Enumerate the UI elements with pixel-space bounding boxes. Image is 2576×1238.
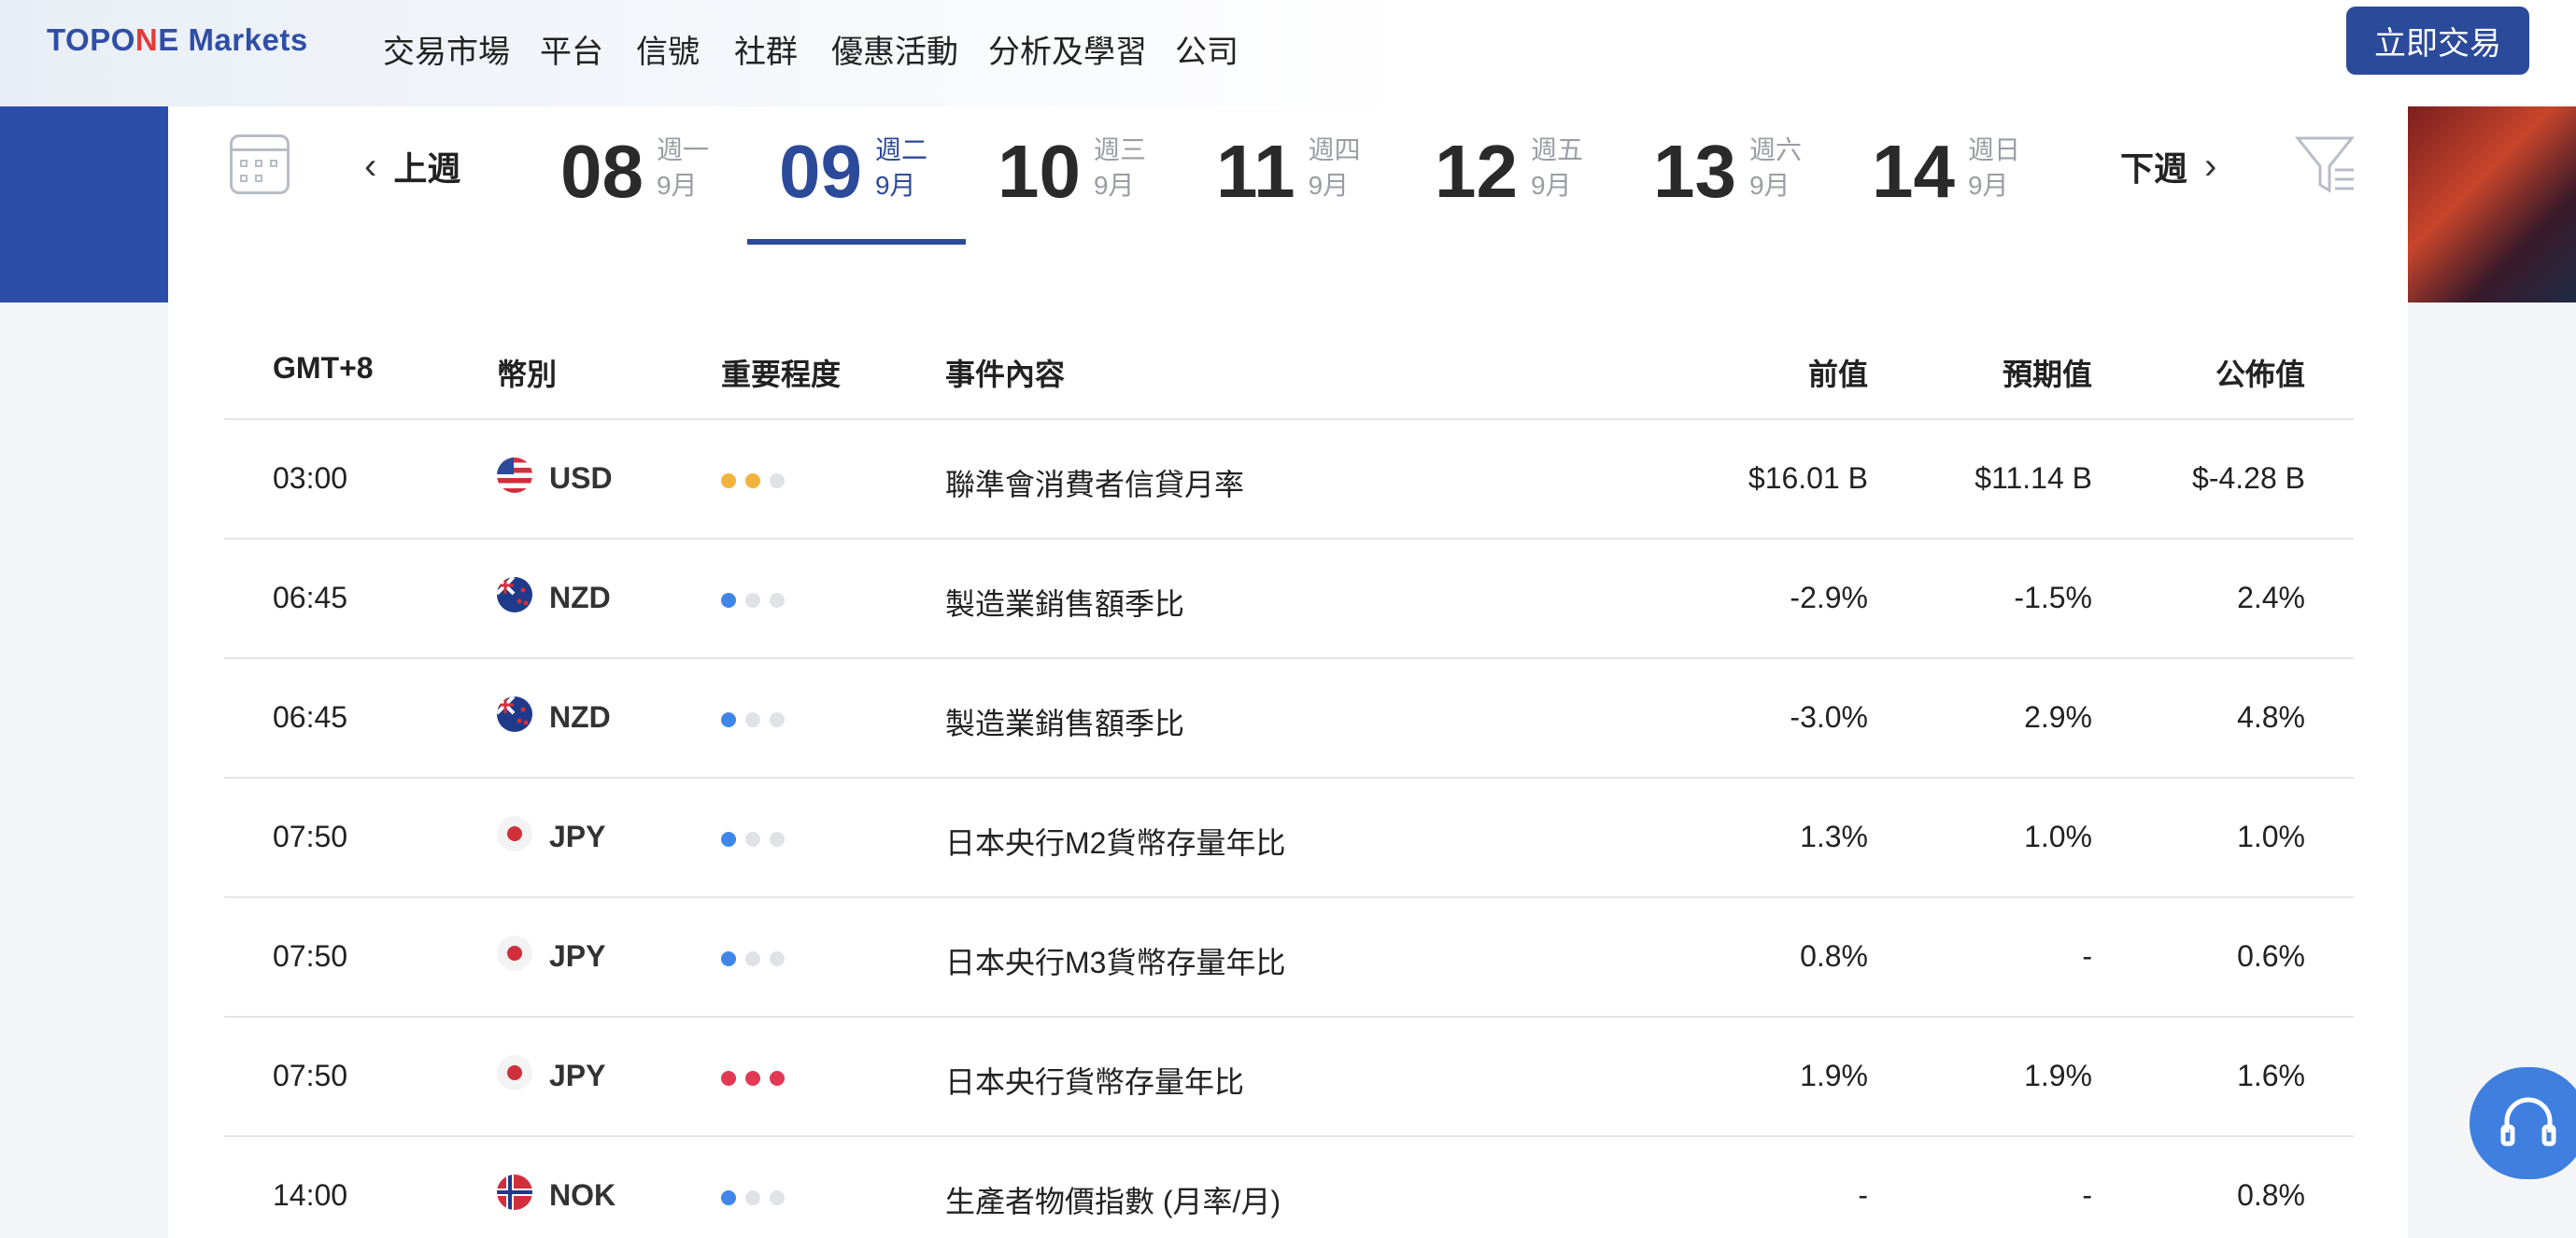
importance-dot	[721, 712, 736, 727]
jp-flag-icon	[497, 1055, 532, 1090]
importance-dot	[770, 1071, 785, 1086]
day-13[interactable]: 13 週六 9月	[1653, 127, 1802, 220]
table-row[interactable]: 07:50 JPY 日本央行貨幣存量年比 1.9% 1.9% 1.6%	[224, 1018, 2354, 1137]
importance-dot	[770, 832, 785, 847]
importance-dots	[721, 1190, 785, 1205]
importance-dots	[721, 832, 785, 847]
nz-flag-icon	[497, 577, 532, 612]
day-08[interactable]: 08 週一 9月	[560, 127, 709, 220]
importance-dot	[770, 1190, 785, 1205]
importance-dot	[745, 1190, 760, 1205]
nav-item-community[interactable]: 社群	[734, 26, 798, 72]
importance-dot	[721, 473, 736, 488]
nav-item-company[interactable]: 公司	[1175, 26, 1238, 72]
col-forecast: 預期值	[2002, 358, 2092, 391]
us-flag-icon	[497, 457, 532, 493]
day-10[interactable]: 10 週三 9月	[998, 127, 1146, 220]
top-navigation: TOPONE Markets 交易市場 平台 信號 社群 優惠活動 分析及學習 …	[0, 0, 2576, 106]
day-09[interactable]: 09 週二 9月	[779, 127, 927, 220]
day-14[interactable]: 14 週日 9月	[1872, 127, 2020, 220]
nav-item-promotions[interactable]: 優惠活動	[831, 26, 958, 72]
day-12[interactable]: 12 週五 9月	[1435, 127, 1583, 220]
importance-dot	[721, 1190, 736, 1205]
importance-dot	[745, 712, 760, 727]
table-row[interactable]: 06:45 NZD 製造業銷售額季比 -3.0% 2.9% 4.8%	[224, 659, 2354, 779]
importance-dots	[721, 1071, 785, 1086]
importance-dot	[745, 473, 760, 488]
nav-item-signals[interactable]: 信號	[636, 26, 700, 72]
col-currency: 幣別	[497, 358, 558, 391]
jp-flag-icon	[497, 816, 532, 851]
logo[interactable]: TOPONE Markets	[47, 22, 308, 58]
importance-dot	[745, 593, 760, 608]
chevron-right-icon: ›	[2204, 145, 2217, 187]
hero-banner-left	[0, 106, 168, 302]
table-header: GMT+8 幣別 重要程度 事件內容 前值 預期值 公佈值	[224, 323, 2354, 420]
filter-icon[interactable]	[2294, 133, 2356, 198]
importance-dot	[721, 1071, 736, 1086]
importance-dot	[770, 712, 785, 727]
economic-calendar-card: ‹ 上週 08 週一 9月 09 週二 9月 10 週三 9月 11 週四 9月 12 …	[168, 106, 2408, 1238]
table-row[interactable]: 14:00 NOK 生產者物價指數 (月率/月) - - 0.8%	[224, 1137, 2354, 1238]
customer-support-button[interactable]	[2470, 1067, 2576, 1179]
importance-dot	[745, 1071, 760, 1086]
table-row[interactable]: 03:00 USD 聯準會消費者信貸月率 $16.01 B $11.14 B $…	[224, 420, 2354, 540]
headset-icon	[2500, 1097, 2556, 1147]
importance-dot	[745, 832, 760, 847]
no-flag-icon	[497, 1175, 532, 1210]
importance-dot	[721, 951, 736, 966]
col-time: GMT+8	[273, 351, 374, 385]
importance-dots	[721, 593, 785, 608]
hero-banner-image	[2408, 106, 2576, 302]
importance-dots	[721, 473, 785, 488]
importance-dots	[721, 951, 785, 966]
next-week-button[interactable]: 下週 ›	[2120, 142, 2216, 190]
importance-dot	[721, 832, 736, 847]
table-row[interactable]: 06:45 NZD 製造業銷售額季比 -2.9% -1.5% 2.4%	[224, 540, 2354, 659]
trade-now-button[interactable]: 立即交易	[2346, 7, 2529, 75]
chevron-left-icon: ‹	[364, 145, 377, 187]
nav-item-platform[interactable]: 平台	[540, 26, 603, 72]
jp-flag-icon	[497, 936, 532, 971]
importance-dot	[770, 593, 785, 608]
nav-item-markets[interactable]: 交易市場	[383, 26, 510, 72]
day-11[interactable]: 11 週四 9月	[1216, 127, 1361, 220]
col-actual: 公佈值	[2215, 358, 2305, 391]
nav-item-analysis[interactable]: 分析及學習	[988, 26, 1147, 72]
table-row[interactable]: 07:50 JPY 日本央行M2貨幣存量年比 1.3% 1.0% 1.0%	[224, 779, 2354, 898]
importance-dots	[721, 712, 785, 727]
prev-week-button[interactable]: ‹ 上週	[364, 142, 460, 190]
col-previous: 前值	[1807, 358, 1868, 391]
table-row[interactable]: 07:50 JPY 日本央行M3貨幣存量年比 0.8% - 0.6%	[224, 898, 2354, 1018]
calendar-grid-icon[interactable]	[230, 134, 290, 194]
importance-dot	[770, 473, 785, 488]
importance-dot	[745, 951, 760, 966]
importance-dot	[770, 951, 785, 966]
importance-dot	[721, 593, 736, 608]
active-day-indicator	[747, 239, 966, 245]
col-importance: 重要程度	[721, 358, 842, 391]
nz-flag-icon	[497, 696, 532, 732]
col-event: 事件內容	[945, 358, 1066, 391]
